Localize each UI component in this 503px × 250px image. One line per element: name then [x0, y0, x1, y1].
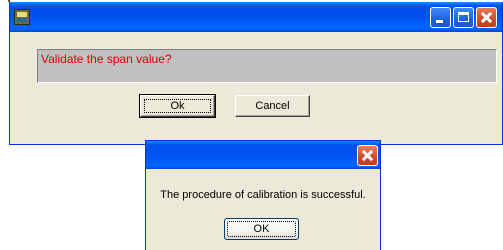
close-icon [477, 8, 496, 27]
close-icon [358, 146, 377, 165]
minimize-icon [436, 20, 443, 23]
minimize-button[interactable] [430, 7, 451, 28]
cancel-button[interactable]: Cancel [235, 95, 310, 117]
title-bar[interactable] [10, 2, 502, 32]
confirm-span-dialog: Validate the span value? Ok Cancel [9, 2, 503, 145]
cancel-button-label: Cancel [255, 100, 290, 112]
ok-button[interactable]: OK [224, 218, 299, 240]
ok-button-label: Ok [170, 100, 185, 112]
app-icon[interactable] [14, 9, 30, 25]
confirm-message: Validate the span value? [37, 49, 497, 83]
result-message: The procedure of calibration is successf… [160, 189, 366, 201]
close-button[interactable] [476, 7, 497, 28]
calibration-result-dialog: The procedure of calibration is successf… [145, 140, 381, 250]
close-button[interactable] [357, 145, 378, 166]
maximize-icon [458, 12, 469, 22]
ok-button-label: OK [253, 223, 270, 235]
title-bar[interactable] [146, 141, 380, 169]
maximize-button[interactable] [453, 7, 474, 28]
ok-button[interactable]: Ok [139, 94, 216, 118]
